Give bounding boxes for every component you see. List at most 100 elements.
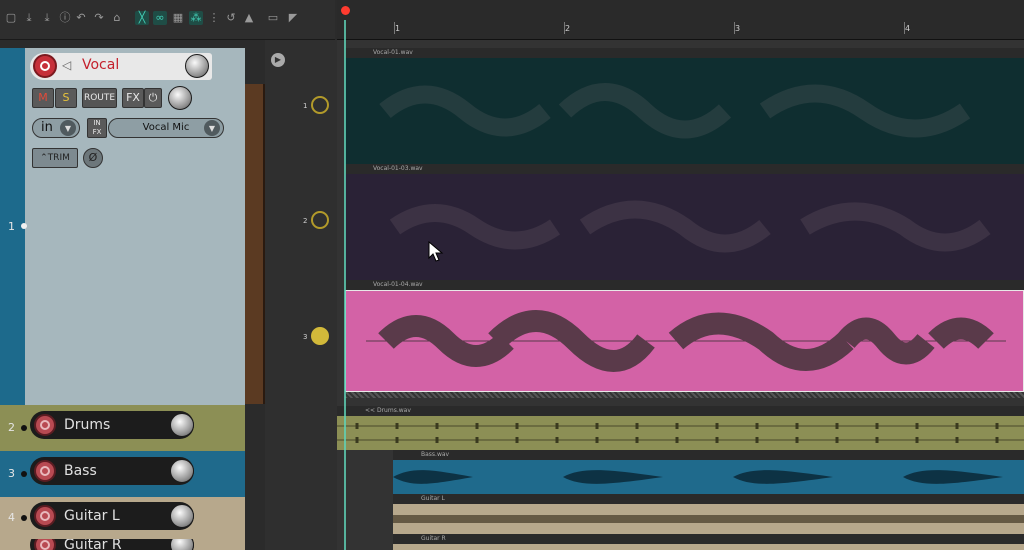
record-arm-button[interactable] [34, 414, 56, 436]
track-select-dot[interactable] [21, 223, 27, 229]
pan-knob[interactable] [168, 86, 192, 110]
track-select-dot[interactable] [21, 425, 27, 431]
media-item-drums[interactable]: << Drums.wav [337, 406, 1024, 450]
envelope-lane-number: 3 [303, 333, 308, 341]
input-fx-button[interactable]: IN FX [87, 118, 107, 138]
timeline-ruler[interactable]: 1 2 3 4 [337, 0, 1024, 40]
track-number: 1 [8, 220, 15, 233]
ruler-mark: 1 [395, 24, 401, 33]
info-icon[interactable]: ⓘ [58, 11, 72, 25]
envelope-point-icon[interactable] [311, 96, 329, 114]
snap-icon[interactable]: ╳ [135, 11, 149, 25]
record-arm-button[interactable] [34, 539, 56, 550]
track-row-guitar-l[interactable]: 4 Guitar L [0, 497, 245, 539]
metronome-icon[interactable]: ⌂ [110, 11, 124, 25]
solo-button[interactable]: S [55, 88, 77, 108]
input-source-select[interactable]: Vocal Mic ▼ [108, 118, 224, 138]
envelope-point-icon[interactable] [311, 327, 329, 345]
envelope-column: ▶ 1 2 3 [265, 40, 337, 550]
ruler-mark: 4 [905, 24, 911, 33]
record-arm-button[interactable] [34, 460, 56, 482]
ruler-icon[interactable]: ◤ [286, 11, 300, 25]
item-label: Vocal-01-03.wav [345, 164, 1024, 174]
ruler-mark: 2 [565, 24, 571, 33]
item-body[interactable] [345, 174, 1024, 280]
fx-bypass-power-icon[interactable]: ⏻ [144, 88, 162, 108]
record-arm-button[interactable] [34, 505, 56, 527]
mouse-cursor-icon [428, 240, 444, 263]
track-row-bass[interactable]: 3 Bass [0, 451, 245, 497]
waveform-icon [337, 423, 1024, 443]
track-select-dot[interactable] [21, 471, 27, 477]
ruler-tick [394, 22, 395, 34]
item-label: Vocal-01-04.wav [345, 280, 1024, 290]
ripple-icon[interactable]: ⁂ [189, 11, 203, 25]
item-label: Vocal-01.wav [345, 48, 1024, 58]
track-number-column: 1 [0, 48, 27, 405]
loop-icon[interactable]: ↺ [224, 11, 238, 25]
download-icon[interactable]: ⤓ [40, 11, 54, 25]
new-file-icon[interactable]: ▢ [4, 11, 18, 25]
mute-button[interactable]: M [32, 88, 54, 108]
item-body[interactable] [393, 544, 1024, 550]
ruler-mark: 3 [735, 24, 741, 33]
trim-envelope-button[interactable]: ⌃TRIM [32, 148, 78, 168]
track-select-dot[interactable] [21, 515, 27, 521]
track-row-guitar-r[interactable]: Guitar R [0, 539, 245, 550]
redo-icon[interactable]: ↷ [92, 11, 106, 25]
waveform-icon [366, 310, 1006, 372]
volume-knob[interactable] [170, 459, 194, 483]
input-source-label: Vocal Mic [142, 122, 190, 133]
track-number: 4 [8, 511, 15, 524]
item-body[interactable] [337, 416, 1024, 450]
arrange-view[interactable]: Vocal-01.wav Vocal-01-03.wav Vocal-01-04… [337, 40, 1024, 550]
track-number: 3 [8, 467, 15, 480]
record-arm-button[interactable] [33, 54, 57, 78]
track-control-panel: 1 Vocal ◁ M S ROUTE FX ⏻ in ▼ IN FX Voca… [0, 48, 245, 550]
media-item-vocal-01[interactable]: Vocal-01.wav [345, 48, 1024, 164]
phase-invert-icon[interactable]: Ø [83, 148, 103, 168]
envelope-icon: ⌃ [40, 153, 48, 163]
media-item-vocal-01-03[interactable]: Vocal-01-03.wav [345, 164, 1024, 280]
item-label: Bass.wav [393, 450, 1024, 460]
item-label: Guitar R [393, 534, 1024, 544]
media-item-guitar-l[interactable]: Guitar L [393, 494, 1024, 534]
save-icon[interactable]: ⤓ [22, 11, 36, 25]
item-label: << Drums.wav [337, 406, 1024, 416]
media-icon[interactable]: ▭ [266, 11, 280, 25]
media-item-vocal-01-04[interactable]: Vocal-01-04.wav [345, 280, 1024, 398]
item-body[interactable] [393, 504, 1024, 534]
volume-knob[interactable] [185, 54, 209, 78]
track-row-drums[interactable]: 2 Drums [0, 405, 245, 451]
media-item-guitar-r[interactable]: Guitar R [393, 534, 1024, 550]
envelope-lane-number: 1 [303, 102, 308, 110]
playhead-line [344, 20, 346, 550]
dots-grid-icon[interactable]: ⋮ [207, 11, 221, 25]
media-item-bass[interactable]: Bass.wav [393, 450, 1024, 494]
grid-icon[interactable]: ▦ [171, 11, 185, 25]
play-icon[interactable]: ▶ [271, 53, 285, 67]
item-body[interactable] [393, 460, 1024, 494]
fx-button[interactable]: FX [122, 88, 144, 108]
ruler-tick [904, 22, 905, 34]
envelope-lane-number: 2 [303, 217, 308, 225]
item-body[interactable] [345, 58, 1024, 164]
undo-icon[interactable]: ↶ [74, 11, 88, 25]
track-name: Vocal [82, 57, 120, 73]
folder-strip [245, 84, 265, 404]
volume-knob[interactable] [170, 413, 194, 437]
take-lane-divider [345, 392, 1024, 398]
envelope-point-icon[interactable] [311, 211, 329, 229]
volume-knob[interactable] [170, 539, 194, 550]
lock-icon[interactable]: ▲ [242, 11, 256, 25]
playhead-marker-icon[interactable] [341, 6, 350, 15]
ruler-tick [564, 22, 565, 34]
track-row-vocal[interactable]: 1 Vocal ◁ M S ROUTE FX ⏻ in ▼ IN FX Voca… [0, 48, 245, 405]
waveform-icon [393, 515, 1024, 523]
input-monitor-select[interactable]: in ▼ [32, 118, 80, 138]
item-body[interactable] [345, 290, 1024, 392]
volume-knob[interactable] [170, 504, 194, 528]
link-icon[interactable]: ∞ [153, 11, 167, 25]
route-button[interactable]: ROUTE [82, 88, 117, 108]
ruler-tick [734, 22, 735, 34]
